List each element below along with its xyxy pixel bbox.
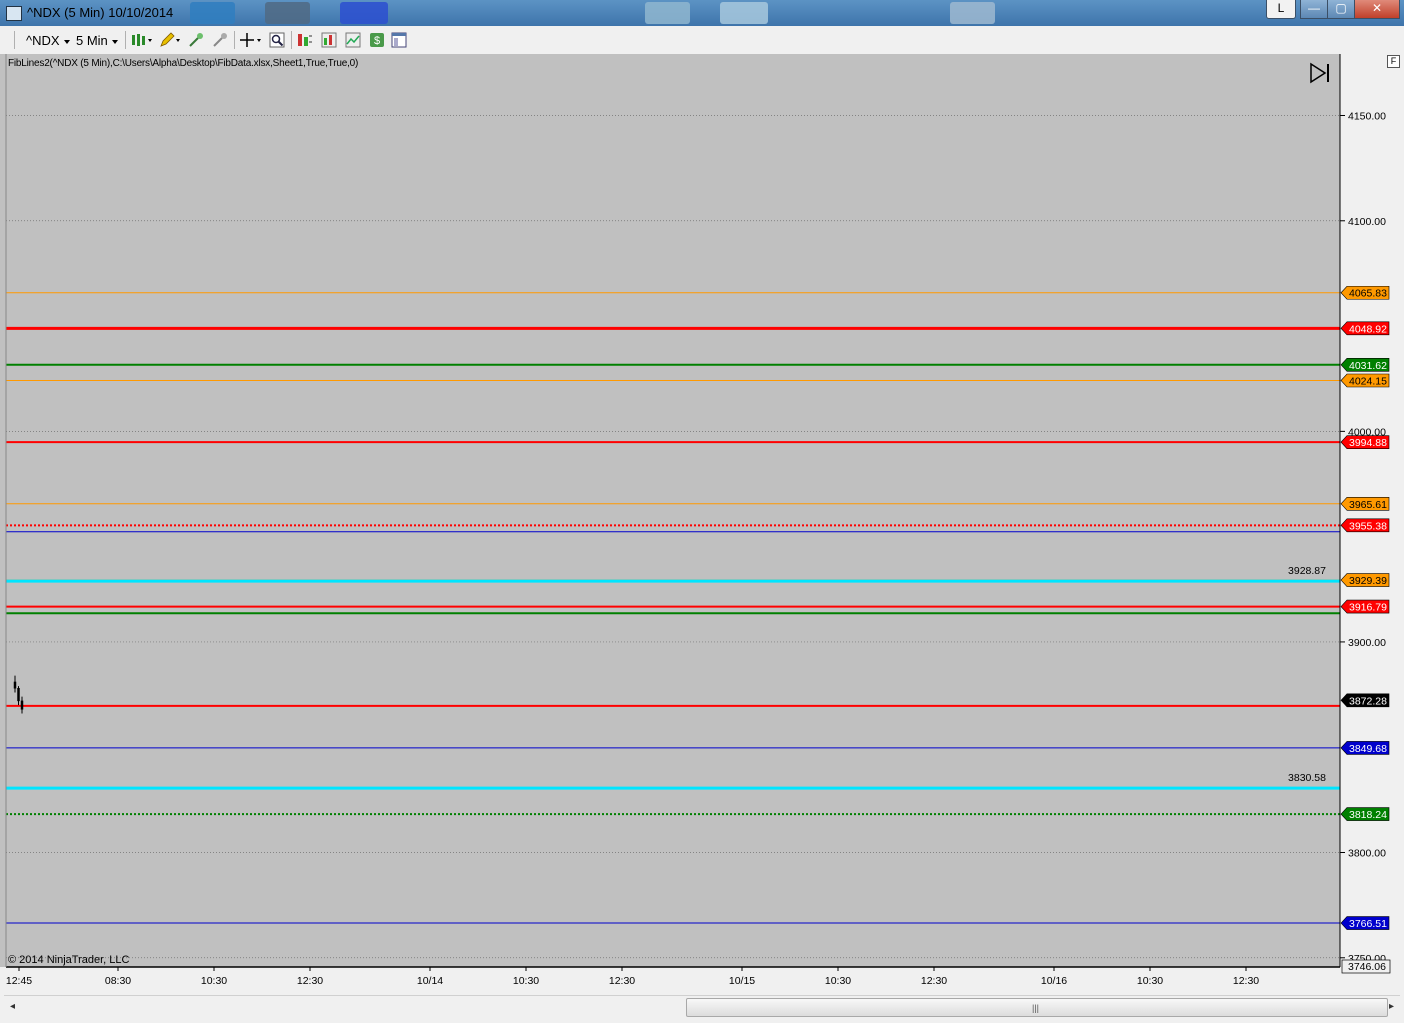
chevron-down-icon — [63, 39, 70, 44]
scroll-to-end-icon[interactable] — [1308, 62, 1332, 84]
x-tick-label: 12:30 — [921, 975, 947, 987]
x-tick-label: 12:30 — [1233, 975, 1259, 987]
x-tick-label: 10:30 — [201, 975, 227, 987]
chart-toolbar: ^NDX 5 Min $ — [0, 26, 1404, 55]
last-price-label: 3746.06 — [1348, 961, 1386, 973]
indicator-label: FibLines2(^NDX (5 Min),C:\Users\Alpha\De… — [8, 58, 359, 69]
y-tick-label: 4100.00 — [1348, 216, 1386, 228]
x-tick-label: 10:30 — [1137, 975, 1163, 987]
price-marker-label: 4065.83 — [1349, 288, 1387, 300]
add-indicator-icon[interactable] — [188, 32, 204, 48]
scrollbar-thumb[interactable]: ||| — [686, 998, 1388, 1017]
price-marker-label: 3818.24 — [1349, 809, 1387, 821]
grip-icon: ||| — [1032, 1003, 1040, 1013]
toolbar-separator — [291, 31, 292, 49]
x-tick-label: 08:30 — [105, 975, 131, 987]
properties-icon[interactable] — [391, 32, 407, 48]
zoom-icon[interactable] — [269, 32, 285, 48]
x-tick-label: 10:30 — [825, 975, 851, 987]
scroll-right-icon[interactable]: ▸ — [1389, 1001, 1394, 1012]
price-marker-label: 3872.28 — [1349, 695, 1387, 707]
price-marker-label: 3955.38 — [1349, 520, 1387, 532]
price-chart[interactable]: 4150.004100.004000.003900.003800.003750.… — [0, 54, 1404, 995]
copyright-text: © 2014 NinjaTrader, LLC — [8, 954, 130, 966]
taskbar-thumbnail[interactable] — [645, 2, 690, 24]
price-marker-label: 3849.68 — [1349, 743, 1387, 755]
dollar-icon[interactable]: $ — [369, 32, 385, 48]
layout-button[interactable]: L — [1266, 0, 1296, 19]
x-tick-label: 12:45 — [6, 975, 32, 987]
candle-body — [13, 681, 17, 689]
f-button[interactable]: F — [1387, 55, 1400, 68]
price-marker-label: 3965.61 — [1349, 499, 1387, 511]
chart-panel[interactable]: 4150.00 4100.00 4000.00 3900.00 3800.00 3750.… — [0, 54, 1404, 1023]
maximize-button[interactable]: ▢ — [1327, 0, 1355, 19]
price-level-text: 3928.87 — [1288, 565, 1326, 577]
x-tick-label: 10/14 — [417, 975, 443, 987]
toolbar-separator — [14, 31, 15, 49]
window-titlebar: ^NDX (5 Min) 10/10/2014 L — ▢ ✕ — [0, 0, 1404, 26]
svg-text:$: $ — [374, 35, 380, 47]
strategy-icon[interactable] — [212, 32, 228, 48]
y-tick-label: 3900.00 — [1348, 637, 1386, 649]
taskbar-thumbnail[interactable] — [720, 2, 768, 24]
price-marker-label: 4031.62 — [1349, 360, 1387, 372]
x-tick-label: 10/15 — [729, 975, 755, 987]
price-marker-label: 4024.15 — [1349, 376, 1387, 388]
plot-background — [0, 54, 1340, 967]
y-tick-label: 4150.00 — [1348, 111, 1386, 123]
chevron-down-icon — [111, 39, 118, 44]
x-tick-label: 10:30 — [513, 975, 539, 987]
scroll-left-icon[interactable]: ◂ — [10, 1001, 15, 1012]
window-title: ^NDX (5 Min) 10/10/2014 — [27, 5, 174, 20]
taskbar-thumbnail[interactable] — [340, 2, 388, 24]
price-marker-label: 3994.88 — [1349, 437, 1387, 449]
chart-app-icon — [6, 6, 22, 21]
crosshair-icon[interactable] — [240, 32, 262, 48]
x-tick-label: 12:30 — [609, 975, 635, 987]
toolbar-separator — [234, 31, 235, 49]
candle-body — [20, 700, 24, 710]
horizontal-scrollbar[interactable]: ◂ ||| ▸ — [4, 995, 1400, 1018]
chart-style-icon[interactable] — [131, 32, 153, 48]
interval-label: 5 Min — [76, 33, 108, 48]
drawing-pencil-icon[interactable] — [159, 32, 181, 48]
x-tick-label: 12:30 — [297, 975, 323, 987]
price-marker-label: 3766.51 — [1349, 918, 1387, 930]
price-marker-label: 3929.39 — [1349, 575, 1387, 587]
close-button[interactable]: ✕ — [1354, 0, 1400, 19]
y-tick-label: 3800.00 — [1348, 848, 1386, 860]
toolbar-separator — [125, 31, 126, 49]
interval-selector[interactable]: 5 Min — [76, 33, 118, 48]
taskbar-thumbnail[interactable] — [190, 2, 235, 24]
minimize-button[interactable]: — — [1300, 0, 1328, 19]
price-level-text: 3830.58 — [1288, 772, 1326, 784]
bar-chart-icon[interactable] — [321, 32, 337, 48]
data-series-icon[interactable] — [297, 32, 313, 48]
candle-body — [17, 688, 20, 702]
price-marker-label: 3916.79 — [1349, 602, 1387, 614]
instrument-selector[interactable]: ^NDX — [26, 33, 70, 48]
line-chart-icon[interactable] — [345, 32, 361, 48]
taskbar-thumbnail[interactable] — [265, 2, 310, 24]
taskbar-thumbnail[interactable] — [950, 2, 995, 24]
instrument-label: ^NDX — [26, 33, 60, 48]
price-marker-label: 4048.92 — [1349, 323, 1387, 335]
x-tick-label: 10/16 — [1041, 975, 1067, 987]
